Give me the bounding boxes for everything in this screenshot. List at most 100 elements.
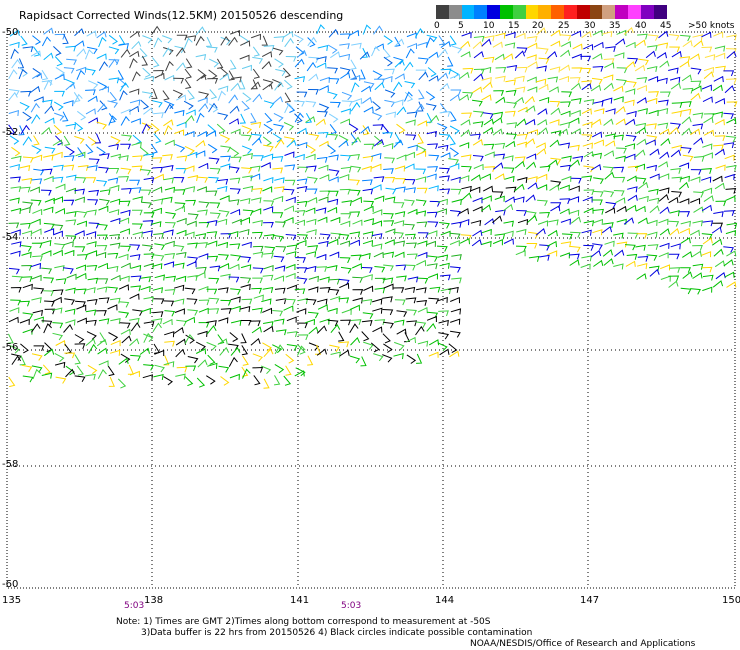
wind-barb (10, 286, 22, 293)
wind-barb (240, 256, 252, 263)
wind-barb (319, 276, 330, 283)
wind-barb (658, 161, 669, 168)
colorbar-label: 10 (483, 21, 495, 31)
wind-barb (439, 188, 451, 195)
wind-barb (361, 85, 372, 93)
wind-barb (634, 64, 646, 72)
wind-barb (374, 319, 386, 326)
wind-barb (702, 220, 714, 227)
wind-barb (724, 154, 735, 161)
wind-barb (120, 209, 131, 216)
wind-barb (361, 320, 373, 326)
wind-barb (285, 298, 296, 305)
wind-barb (33, 135, 40, 146)
wind-barb (516, 228, 527, 235)
wind-barb (416, 259, 427, 267)
wind-barb (645, 139, 656, 146)
wind-barb (360, 356, 367, 367)
wind-barb (637, 217, 648, 224)
wind-barb (308, 275, 319, 282)
wind-barb (107, 265, 119, 272)
wind-barb (55, 340, 66, 347)
wind-barb (646, 123, 657, 130)
wind-barb (230, 59, 237, 70)
wind-barb (184, 145, 195, 155)
wind-barb (438, 319, 449, 326)
wind-barb (635, 244, 646, 251)
wind-barb (66, 273, 77, 280)
wind-barb (601, 226, 613, 234)
wind-barb (252, 267, 264, 274)
wind-barb (636, 138, 647, 146)
wind-barb (316, 253, 327, 261)
wind-barb (713, 75, 724, 83)
wind-barb (396, 275, 407, 282)
wind-barb (591, 118, 602, 126)
wind-barb (195, 341, 206, 351)
wind-barb (505, 89, 517, 96)
wind-barb (582, 121, 593, 128)
wind-barb (415, 176, 427, 183)
wind-barb (328, 169, 340, 176)
wind-barb (635, 39, 646, 47)
wind-barb (470, 186, 481, 193)
wind-barb (351, 196, 362, 203)
wind-barb (308, 133, 320, 141)
wind-barb (20, 35, 28, 46)
wind-barb (230, 305, 241, 312)
wind-barb (65, 146, 75, 156)
wind-barb (220, 155, 232, 162)
wind-barb (42, 99, 53, 106)
wind-barb (129, 179, 141, 186)
wind-barb (261, 35, 268, 46)
wind-barb (349, 189, 361, 196)
wind-barb (514, 75, 525, 82)
wind-barb (504, 42, 516, 49)
wind-barb (418, 57, 429, 65)
wind-barb (121, 134, 132, 142)
wind-barb (33, 168, 45, 176)
wind-barb (164, 139, 175, 146)
wind-barb (495, 66, 507, 73)
wind-barb (129, 370, 140, 377)
wind-barb (107, 365, 115, 377)
wind-barb (483, 126, 494, 134)
wind-barb (692, 244, 703, 251)
wind-barb (483, 118, 494, 126)
wind-barb (174, 129, 185, 136)
wind-barb (220, 376, 230, 386)
wind-barb (21, 364, 33, 372)
wind-barb (206, 190, 218, 197)
wind-barb (120, 262, 131, 269)
wind-barb (384, 99, 396, 108)
wind-barb (120, 353, 131, 363)
wind-barb (516, 66, 528, 73)
wind-barb (151, 157, 163, 164)
wind-barb (448, 158, 460, 165)
wind-barb (74, 121, 84, 132)
wind-barb (184, 376, 194, 387)
wind-barb (43, 290, 54, 297)
wind-barb (689, 229, 700, 236)
wind-barb (65, 123, 77, 130)
wind-barb (473, 35, 485, 42)
wind-barb (86, 319, 97, 326)
wind-barb (460, 51, 471, 58)
wind-barb (173, 298, 185, 305)
wind-barb (572, 43, 583, 50)
wind-barb (11, 275, 23, 283)
wind-barb (626, 110, 637, 117)
wind-barb (416, 353, 423, 364)
wind-barb (9, 197, 20, 204)
wind-barb (405, 264, 416, 271)
wind-barb (396, 328, 407, 335)
wind-barb (339, 53, 351, 60)
wind-barb (85, 68, 96, 76)
wind-barb (153, 254, 165, 261)
wind-barb (22, 111, 32, 122)
wind-barb (142, 230, 153, 237)
wind-barb (405, 187, 416, 194)
wind-barb (305, 207, 316, 214)
wind-barb (547, 51, 558, 59)
wind-barb (638, 58, 649, 66)
